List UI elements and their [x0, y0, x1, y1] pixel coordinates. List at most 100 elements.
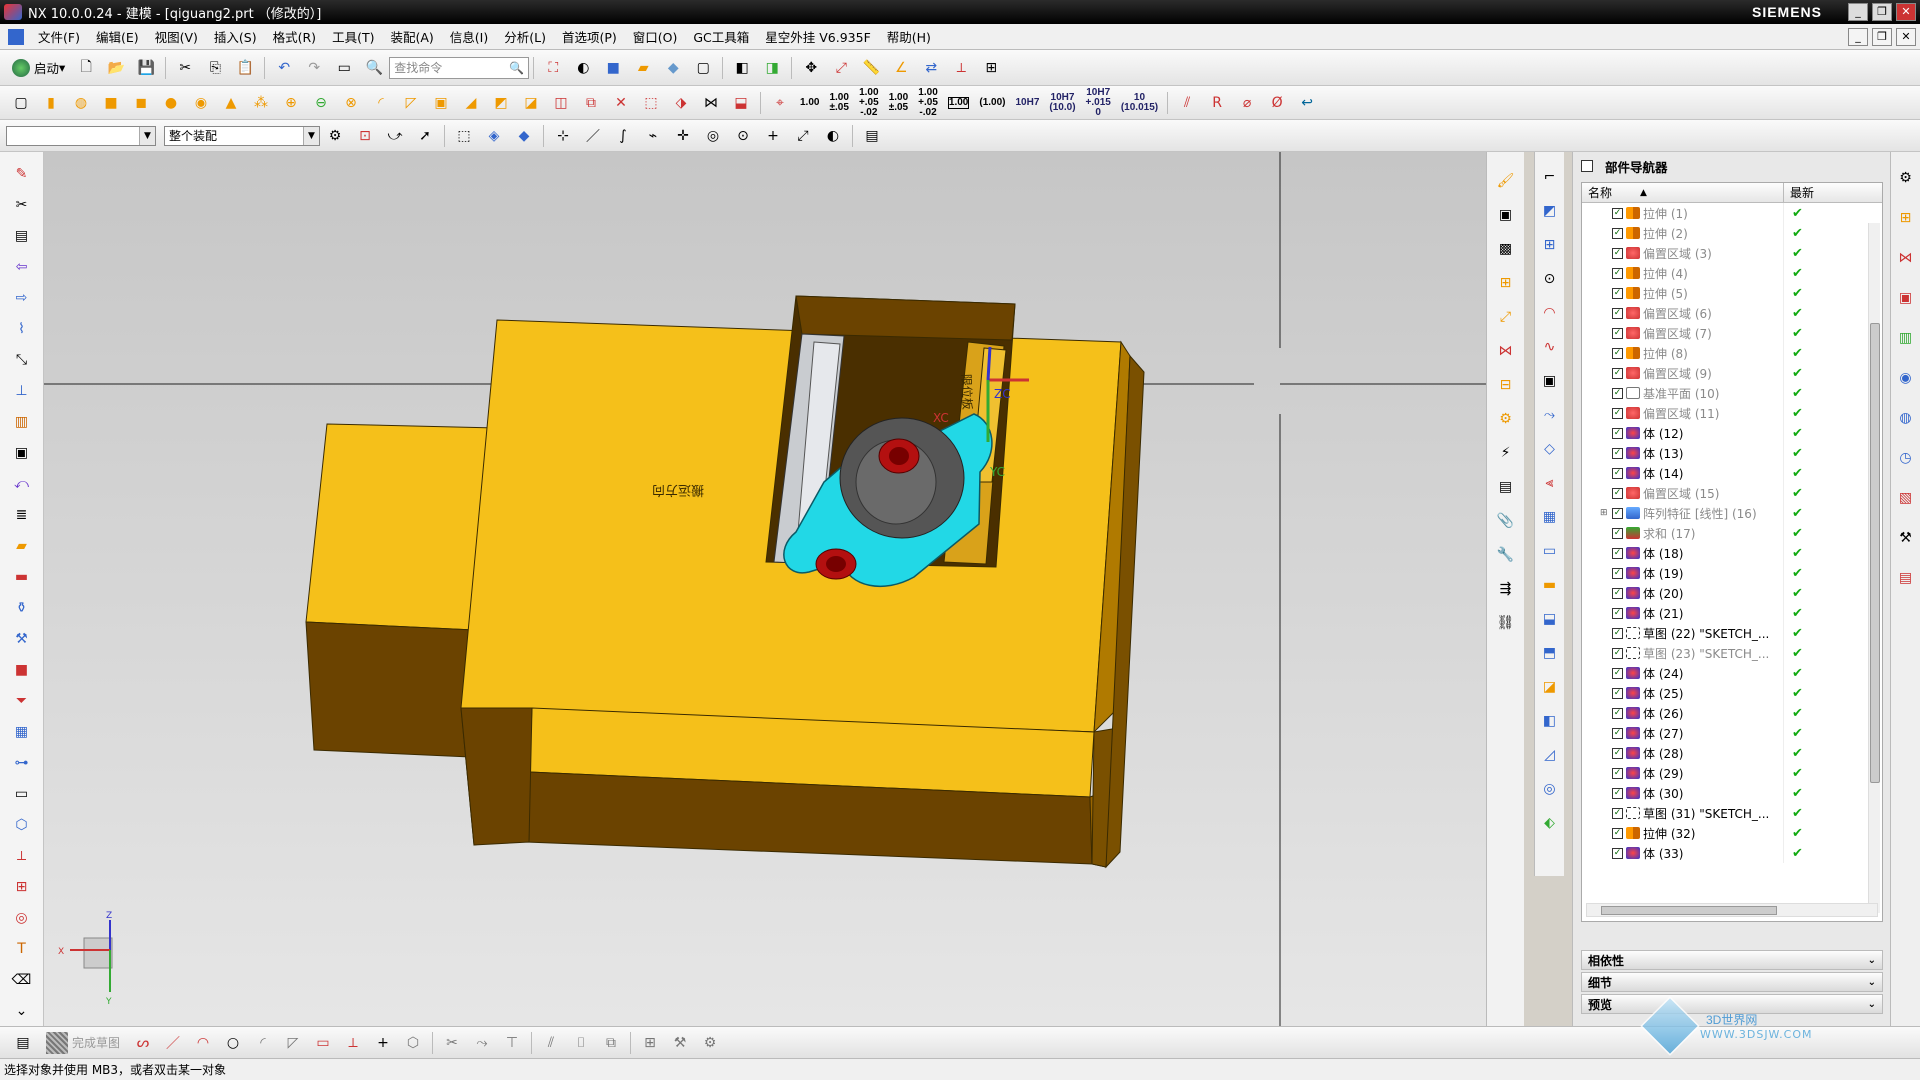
feature-checkbox[interactable]: ✓ [1612, 447, 1623, 459]
sketch-settings-icon[interactable]: ⚙ [698, 1031, 722, 1055]
hook-icon[interactable]: ⤺ [9, 471, 35, 496]
tolerance-format-4[interactable]: 1.00 ±.05 [889, 92, 908, 113]
profile-icon[interactable]: ᔕ [131, 1031, 155, 1055]
feature-row[interactable]: ✓ 体 (19) ✔ [1582, 563, 1882, 583]
measure-distance-icon[interactable]: 📏 [859, 56, 883, 80]
menu-view[interactable]: 视图(V) [147, 27, 206, 46]
snap-icon[interactable]: ⇄ [919, 56, 943, 80]
scale-icon[interactable]: ⤡ [9, 347, 35, 372]
feature-row[interactable]: ✓ 基准平面 (10) ✔ [1582, 383, 1882, 403]
bounded-plane-icon[interactable]: ◇ [1538, 437, 1562, 461]
extrude-icon[interactable]: ▮ [39, 91, 63, 115]
feature-checkbox[interactable]: ✓ [1612, 687, 1623, 699]
snap-curve-icon[interactable]: ∫ [611, 124, 635, 148]
background-icon[interactable]: ▢ [691, 56, 715, 80]
feature-row[interactable]: ✓ 求和 (17) ✔ [1582, 523, 1882, 543]
section-view-icon[interactable]: ◧ [730, 56, 754, 80]
col-status-header[interactable]: 最新 [1784, 184, 1814, 201]
mate-icon[interactable]: ⊟ [1494, 373, 1518, 397]
feature-row[interactable]: ✓ 拉伸 (4) ✔ [1582, 263, 1882, 283]
select-body-icon[interactable]: ◆ [512, 124, 536, 148]
snap-line-icon[interactable]: ／ [581, 124, 605, 148]
shell-icon[interactable]: ▣ [429, 91, 453, 115]
feature-checkbox[interactable]: ✓ [1612, 207, 1623, 219]
feature-row[interactable]: ⊞ ✓ 阵列特征 [线性] (16) ✔ [1582, 503, 1882, 523]
part-navigator-icon[interactable]: ▣ [1894, 286, 1918, 310]
trim-body-icon[interactable]: ◩ [489, 91, 513, 115]
extract-icon[interactable]: ▣ [1538, 369, 1562, 393]
expand-down-icon[interactable]: ⌄ [9, 998, 35, 1023]
clip-section-icon[interactable]: ◨ [760, 56, 784, 80]
section-dependencies[interactable]: 相依性 ⌄ [1581, 950, 1883, 970]
arc-sketch-icon[interactable]: ◠ [191, 1031, 215, 1055]
tolerance-format-7[interactable]: (1.00) [979, 97, 1005, 108]
view-cube-icon[interactable]: ▣ [1494, 203, 1518, 227]
menu-file[interactable]: 文件(F) [30, 27, 88, 46]
feature-row[interactable]: ✓ 拉伸 (5) ✔ [1582, 283, 1882, 303]
feature-row[interactable]: ✓ 偏置区域 (7) ✔ [1582, 323, 1882, 343]
render-style-icon[interactable]: ◐ [571, 56, 595, 80]
funnel-icon[interactable]: ⏷ [9, 688, 35, 713]
exploded-view-icon[interactable]: ⇶ [1494, 577, 1518, 601]
stack-icon[interactable]: ≣ [9, 502, 35, 527]
feature-checkbox[interactable]: ✓ [1612, 267, 1623, 279]
feature-row[interactable]: ✓ 拉伸 (32) ✔ [1582, 823, 1882, 843]
press-icon[interactable]: ⊥ [9, 378, 35, 403]
continuous-auto-dim-icon[interactable]: ⊞ [638, 1031, 662, 1055]
close-button[interactable]: ✕ [1896, 3, 1916, 21]
unite-icon[interactable]: ⊕ [279, 91, 303, 115]
offset-surface-icon[interactable]: ▬ [1538, 573, 1562, 597]
feature-checkbox[interactable]: ✓ [1612, 567, 1623, 579]
feature-checkbox[interactable]: ✓ [1612, 707, 1623, 719]
delete-face-icon[interactable]: ✕ [609, 91, 633, 115]
feature-checkbox[interactable]: ✓ [1612, 827, 1623, 839]
make-corner-icon[interactable]: ⊤ [500, 1031, 524, 1055]
layers-icon[interactable]: ▰ [9, 533, 35, 558]
graphics-window[interactable]: 限位板 XC YC ZC 搬运方向 Z X Y [44, 152, 1486, 1026]
feature-checkbox[interactable]: ✓ [1612, 647, 1623, 659]
menu-gc-toolkit[interactable]: GC工具箱 [685, 27, 757, 46]
tree-horizontal-scrollbar[interactable] [1586, 903, 1878, 917]
tolerance-format-1[interactable]: 1.00 [800, 97, 819, 108]
cut-icon[interactable]: ✂ [173, 56, 197, 80]
feature-row[interactable]: ✓ 体 (29) ✔ [1582, 763, 1882, 783]
window-select-icon[interactable]: ▭ [332, 56, 356, 80]
grid-icon[interactable]: ⊞ [979, 56, 1003, 80]
feature-row[interactable]: ✓ 拉伸 (8) ✔ [1582, 343, 1882, 363]
spring-icon[interactable]: ⌇ [9, 316, 35, 341]
feature-checkbox[interactable]: ✓ [1612, 407, 1623, 419]
polygon-sketch-icon[interactable]: ⟂ [341, 1031, 365, 1055]
bolt-icon[interactable]: ⚡ [1494, 441, 1518, 465]
measure-angle-icon[interactable]: ∠ [889, 56, 913, 80]
axis-icon[interactable]: ⟂ [9, 843, 35, 868]
feature-row[interactable]: ✓ 偏置区域 (15) ✔ [1582, 483, 1882, 503]
save-icon[interactable]: 💾 [134, 56, 158, 80]
menu-assembly[interactable]: 装配(A) [382, 27, 441, 46]
arc-icon[interactable]: ◠ [1538, 301, 1562, 325]
fill-surface-icon[interactable]: ◎ [1538, 777, 1562, 801]
navigator-toggle[interactable] [1581, 160, 1593, 172]
feature-row[interactable]: ✓ 草图 (23) "SKETCH_... ✔ [1582, 643, 1882, 663]
mesh-icon[interactable]: ▦ [1538, 505, 1562, 529]
spline-icon[interactable]: ∿ [1538, 335, 1562, 359]
finish-sketch-button[interactable]: 完成草图 [46, 1031, 120, 1054]
feature-checkbox[interactable]: ✓ [1612, 767, 1623, 779]
menu-window[interactable]: 窗口(O) [625, 27, 686, 46]
history-icon[interactable]: ◷ [1894, 446, 1918, 470]
arrow-right-icon[interactable]: ⇨ [9, 285, 35, 310]
snap-on-curve-icon[interactable]: ⤢ [791, 124, 815, 148]
connector-icon[interactable]: ⊶ [9, 750, 35, 775]
start-button[interactable]: 启动 ▾ [6, 58, 71, 77]
enlarge-icon[interactable]: ◧ [1538, 709, 1562, 733]
wrench-icon[interactable]: 🔧 [1494, 543, 1518, 567]
copy-icon[interactable]: ⎘ [203, 56, 227, 80]
menu-preferences[interactable]: 首选项(P) [554, 27, 625, 46]
tolerance-format-10[interactable]: 10H7 +.015 0 [1086, 87, 1111, 118]
feature-checkbox[interactable]: ✓ [1612, 327, 1623, 339]
feature-row[interactable]: ✓ 体 (24) ✔ [1582, 663, 1882, 683]
menu-insert[interactable]: 插入(S) [206, 27, 265, 46]
layer-icon[interactable]: ▰ [631, 56, 655, 80]
feature-row[interactable]: ✓ 偏置区域 (11) ✔ [1582, 403, 1882, 423]
tree-vertical-scrollbar[interactable] [1868, 223, 1880, 913]
fit-view-icon[interactable]: ⛶ [541, 56, 565, 80]
